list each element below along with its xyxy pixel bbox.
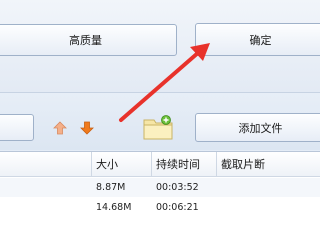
table-row[interactable]: 8.87M 00:03:52 xyxy=(0,178,320,197)
column-header-duration-label: 持续时间 xyxy=(156,158,200,171)
confirm-button-label: 确定 xyxy=(249,33,272,47)
add-file-button-label: 添加文件 xyxy=(238,121,283,135)
column-header-duration[interactable]: 持续时间 xyxy=(151,152,216,176)
cell-duration: 00:03:52 xyxy=(156,182,199,193)
cell-clip xyxy=(218,178,318,197)
column-header-size-label: 大小 xyxy=(96,158,118,171)
file-table: 大小 持续时间 截取片断 8.87M 00:03:52 14.68M 00:06… xyxy=(0,151,320,241)
table-header: 大小 持续时间 截取片断 xyxy=(0,152,320,177)
column-header-size[interactable]: 大小 xyxy=(91,152,151,176)
add-file-button[interactable]: 添加文件 xyxy=(195,113,320,142)
table-row[interactable]: 14.68M 00:06:21 xyxy=(0,198,320,217)
cell-size: 8.87M xyxy=(96,182,126,193)
quality-button-label: 高质量 xyxy=(69,34,102,47)
confirm-button[interactable]: 确定 xyxy=(195,23,320,56)
column-header-clip-label: 截取片断 xyxy=(221,158,265,171)
cell-size: 14.68M xyxy=(96,202,132,213)
arrow-up-icon[interactable] xyxy=(53,121,67,135)
quality-button[interactable]: 高质量 xyxy=(0,24,177,56)
left-toolbar-button[interactable] xyxy=(0,114,34,141)
arrow-down-icon[interactable] xyxy=(80,121,94,135)
cell-duration: 00:06:21 xyxy=(156,202,199,213)
cell-clip xyxy=(218,198,318,217)
folder-add-icon[interactable] xyxy=(143,114,173,140)
column-header-clip[interactable]: 截取片断 xyxy=(216,152,320,176)
